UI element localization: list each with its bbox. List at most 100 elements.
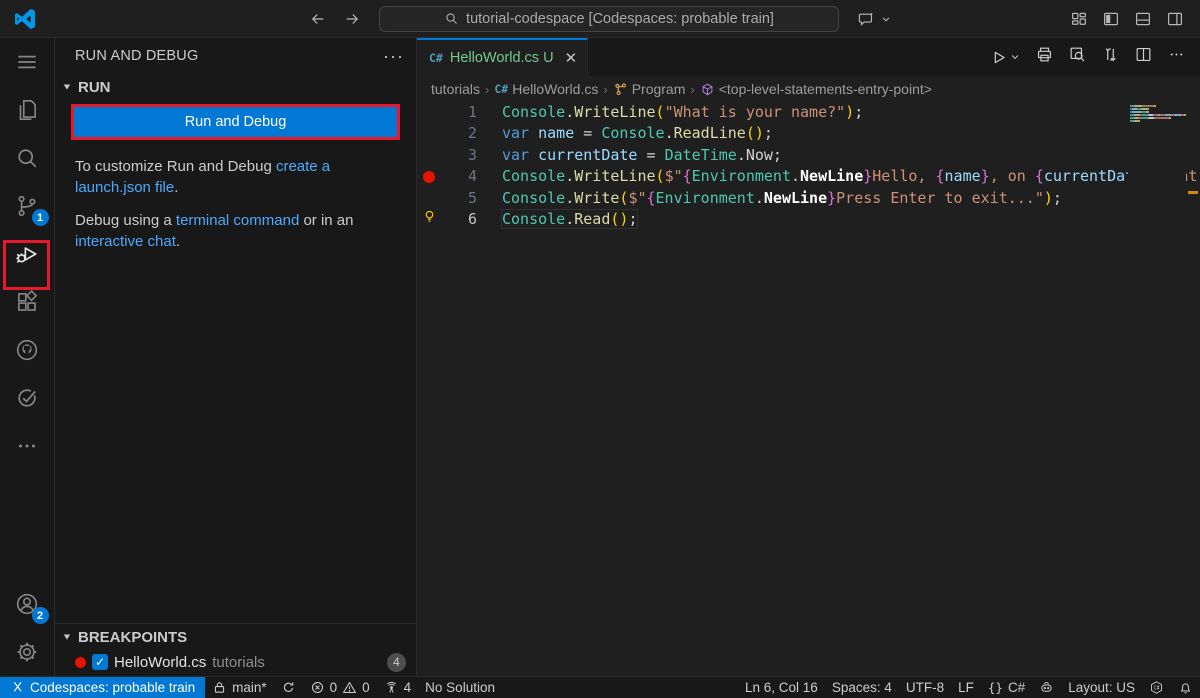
chevron-down-icon: ▼ xyxy=(59,632,75,642)
tab-helloworld[interactable]: C# HelloWorld.cs U ✕ xyxy=(417,38,588,76)
csharp-file-icon: C# xyxy=(429,51,443,65)
run-button[interactable] xyxy=(989,48,1021,67)
code-line[interactable]: 1Console.WriteLine("What is your name?")… xyxy=(417,102,1200,123)
code-lines: 1Console.WriteLine("What is your name?")… xyxy=(417,102,1200,230)
chevron-down-icon xyxy=(879,8,893,30)
status-item-remote[interactable]: Codespaces: probable train xyxy=(0,677,205,698)
accounts-icon[interactable]: 2 xyxy=(0,580,55,628)
menu-icon[interactable] xyxy=(0,38,55,86)
more-views-icon[interactable] xyxy=(0,422,55,470)
sidebar-item-search[interactable] xyxy=(0,134,55,182)
status-item[interactable] xyxy=(1171,677,1200,698)
code-line[interactable]: 2var name = Console.ReadLine(); xyxy=(417,123,1200,144)
breadcrumbs[interactable]: tutorials›C#HelloWorld.cs›Program›<top-l… xyxy=(417,76,1200,102)
glyph-margin[interactable] xyxy=(417,209,441,230)
split-editor-icon[interactable] xyxy=(1134,45,1153,69)
breadcrumb-separator: › xyxy=(603,82,607,97)
open-changes-icon[interactable] xyxy=(1101,45,1120,69)
warning-icon xyxy=(342,680,357,695)
code-editor[interactable]: 1Console.WriteLine("What is your name?")… xyxy=(417,102,1200,676)
minimap[interactable] xyxy=(1128,102,1186,676)
status-item[interactable]: UTF-8 xyxy=(899,677,951,698)
link[interactable]: interactive chat xyxy=(75,233,176,250)
chat-icon xyxy=(855,8,877,30)
glyph-margin[interactable] xyxy=(417,166,441,187)
more-actions-icon[interactable] xyxy=(1167,45,1186,69)
status-item[interactable] xyxy=(1032,677,1061,698)
glyph-margin[interactable] xyxy=(417,188,441,209)
breadcrumb-separator: › xyxy=(690,82,694,97)
status-item[interactable]: C# xyxy=(1142,677,1171,698)
status-item[interactable]: Ln 6, Col 16 xyxy=(738,677,825,698)
sidebar-item-source-control[interactable]: 1 xyxy=(0,182,55,230)
command-center-search[interactable]: tutorial-codespace [Codespaces: probable… xyxy=(379,6,839,32)
code-line[interactable]: 4Console.WriteLine($"{Environment.NewLin… xyxy=(417,166,1200,187)
status-item[interactable]: main* xyxy=(205,677,274,698)
lightbulb-icon[interactable] xyxy=(422,209,437,230)
breakpoint-count-badge: 4 xyxy=(387,653,406,672)
forward-icon[interactable] xyxy=(341,8,363,30)
status-item[interactable]: LF xyxy=(951,677,981,698)
sidebar-item-explorer[interactable] xyxy=(0,86,55,134)
play-icon xyxy=(989,48,1008,67)
status-item[interactable] xyxy=(274,677,303,698)
breakpoints-title: BREAKPOINTS xyxy=(78,629,187,646)
title-bar: tutorial-codespace [Codespaces: probable… xyxy=(0,0,1200,38)
breakpoint-dot-icon xyxy=(75,657,86,668)
run-section-header[interactable]: ▼ RUN xyxy=(55,74,416,100)
status-item[interactable]: Layout: US xyxy=(1061,677,1142,698)
glyph-margin[interactable] xyxy=(417,123,441,144)
status-bar: Codespaces: probable trainmain* 004No Sol… xyxy=(0,676,1200,698)
customize-layout-icon[interactable] xyxy=(1068,8,1090,30)
github-icon xyxy=(14,337,40,363)
run-and-debug-button[interactable]: Run and Debug xyxy=(74,107,397,137)
search-editor-icon[interactable] xyxy=(1068,45,1087,69)
breakpoint-checkbox[interactable]: ✓ xyxy=(92,654,108,670)
vscode-logo xyxy=(12,6,38,32)
symbol-method-icon xyxy=(700,82,715,97)
sidebar-item-github[interactable] xyxy=(0,326,55,374)
status-item[interactable]: No Solution xyxy=(418,677,502,698)
status-item[interactable]: Spaces: 4 xyxy=(825,677,899,698)
settings-gear-icon[interactable] xyxy=(0,628,55,676)
toggle-panel-icon[interactable] xyxy=(1132,8,1154,30)
run-and-debug-sidebar: RUN AND DEBUG ··· ▼ RUN Run and Debug To… xyxy=(55,38,417,676)
status-item[interactable]: {}C# xyxy=(981,677,1032,698)
chevron-down-icon xyxy=(1009,51,1021,63)
print-icon[interactable] xyxy=(1035,45,1054,69)
code-line[interactable]: 3var currentDate = DateTime.Now; xyxy=(417,145,1200,166)
close-icon[interactable]: ✕ xyxy=(565,49,578,67)
breadcrumb-item[interactable]: C#HelloWorld.cs xyxy=(494,81,598,97)
more-actions-icon[interactable]: ··· xyxy=(383,46,404,67)
line-number: 3 xyxy=(441,145,477,166)
sidebar-item-run-and-debug[interactable] xyxy=(0,230,55,278)
search-icon xyxy=(444,11,459,26)
code-line[interactable]: 6Console.Read(); xyxy=(417,209,1200,230)
lock-icon xyxy=(212,680,227,695)
breadcrumb-item[interactable]: Program xyxy=(613,81,686,97)
glyph-margin[interactable] xyxy=(417,102,441,123)
status-item[interactable]: 00 xyxy=(303,677,377,698)
toggle-primary-sidebar-icon[interactable] xyxy=(1100,8,1122,30)
toggle-secondary-sidebar-icon[interactable] xyxy=(1164,8,1186,30)
breadcrumb-item[interactable]: <top-level-statements-entry-point> xyxy=(700,81,932,97)
sync-icon xyxy=(281,680,296,695)
breadcrumb-item[interactable]: tutorials xyxy=(431,81,480,97)
status-item[interactable]: 4 xyxy=(377,677,419,698)
vscode-window: tutorial-codespace [Codespaces: probable… xyxy=(0,0,1200,698)
sidebar-item-testing[interactable] xyxy=(0,374,55,422)
link[interactable]: terminal command xyxy=(176,212,299,229)
breakpoint-item[interactable]: ✓ HelloWorld.cs tutorials 4 xyxy=(55,650,416,674)
glyph-margin[interactable] xyxy=(417,145,441,166)
breakpoint-icon[interactable] xyxy=(423,171,435,183)
braces-icon: {} xyxy=(988,680,1003,695)
editor-group: C# HelloWorld.cs U ✕ xyxy=(417,38,1200,676)
chat-button[interactable] xyxy=(855,8,893,30)
radio-tower-icon xyxy=(384,680,399,695)
back-icon[interactable] xyxy=(307,8,329,30)
code-line[interactable]: 5Console.Write($"{Environment.NewLine}Pr… xyxy=(417,188,1200,209)
sidebar-item-extensions[interactable] xyxy=(0,278,55,326)
error-icon xyxy=(310,680,325,695)
breakpoints-header[interactable]: ▼ BREAKPOINTS xyxy=(55,624,416,650)
status-right: Ln 6, Col 16Spaces: 4UTF-8LF{}C#Layout: … xyxy=(738,677,1200,698)
